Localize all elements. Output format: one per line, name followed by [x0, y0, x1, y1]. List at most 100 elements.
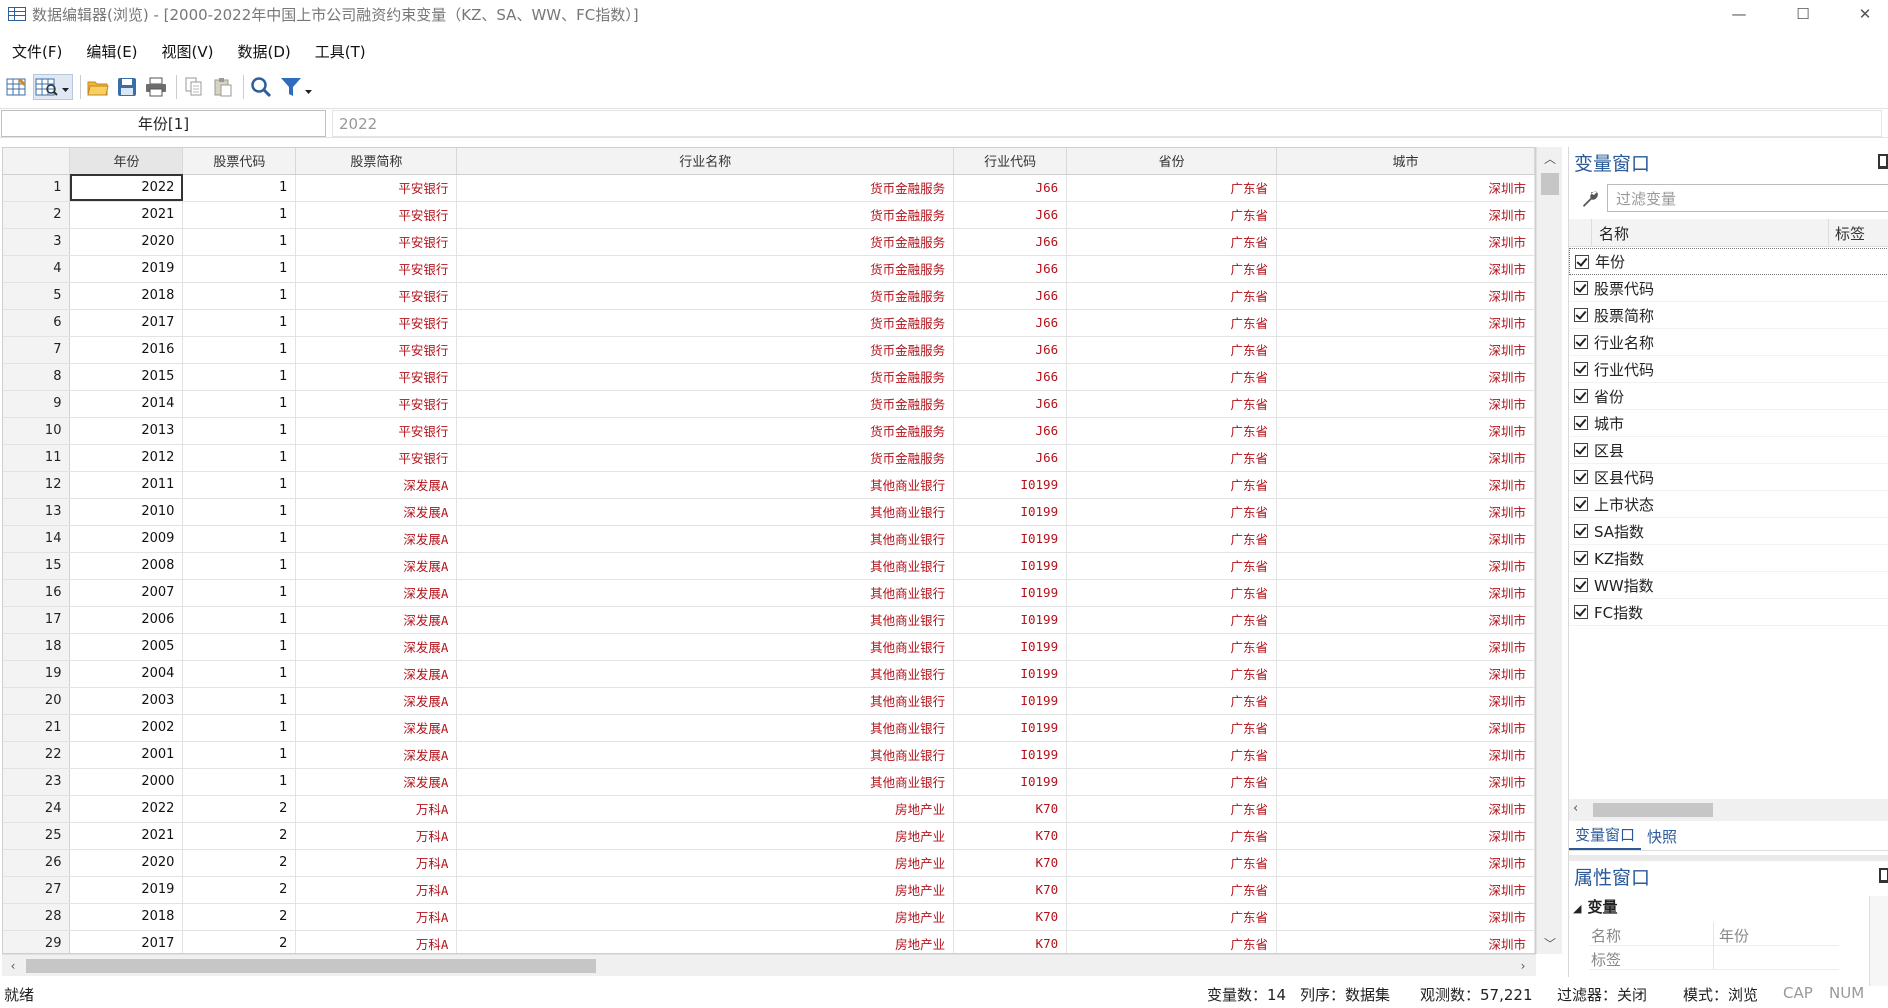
table-cell[interactable]: 深圳市 [1276, 336, 1535, 364]
table-cell[interactable]: 其他商业银行 [456, 660, 955, 688]
variable-row[interactable]: 区县代码 [1569, 464, 1888, 491]
table-cell[interactable]: 广东省 [1066, 417, 1278, 445]
table-cell[interactable]: 深发展A [295, 714, 458, 742]
row-number[interactable]: 29 [3, 930, 71, 953]
table-cell[interactable]: 房地产业 [456, 849, 955, 877]
table-cell[interactable]: 1 [182, 174, 297, 202]
table-cell[interactable]: 广东省 [1066, 849, 1278, 877]
table-cell[interactable]: J66 [953, 390, 1068, 418]
table-cell[interactable]: 房地产业 [456, 930, 955, 953]
table-cell[interactable]: 广东省 [1066, 228, 1278, 256]
filter-variables-input[interactable]: 过滤变量 [1607, 184, 1888, 212]
variable-checkbox[interactable] [1574, 605, 1588, 619]
table-cell[interactable]: 深圳市 [1276, 849, 1535, 877]
variable-row[interactable]: 区县 [1569, 437, 1888, 464]
table-cell[interactable]: K70 [953, 822, 1068, 850]
table-cell[interactable]: I0199 [953, 660, 1068, 688]
name-column-header[interactable]: 名称 [1599, 223, 1629, 244]
table-cell[interactable]: 平安银行 [295, 363, 458, 391]
table-cell[interactable]: 平安银行 [295, 309, 458, 337]
row-number[interactable]: 8 [3, 363, 71, 391]
row-number[interactable]: 26 [3, 849, 71, 877]
table-cell[interactable]: 广东省 [1066, 687, 1278, 715]
table-cell[interactable]: 2011 [69, 471, 184, 499]
table-cell[interactable]: 深圳市 [1276, 795, 1535, 823]
table-cell[interactable]: 2018 [69, 282, 184, 310]
row-number[interactable]: 9 [3, 390, 71, 418]
table-cell[interactable]: 房地产业 [456, 903, 955, 931]
table-cell[interactable]: 1 [182, 444, 297, 472]
menu-file[interactable]: 文件(F) [0, 41, 74, 62]
table-cell[interactable]: 1 [182, 606, 297, 634]
variable-checkbox[interactable] [1574, 389, 1588, 403]
table-cell[interactable]: 2 [182, 903, 297, 931]
table-cell[interactable]: 深发展A [295, 552, 458, 580]
table-cell[interactable]: 深发展A [295, 579, 458, 607]
tab-snapshots[interactable]: 快照 [1641, 826, 1683, 850]
table-cell[interactable]: 平安银行 [295, 417, 458, 445]
wrench-icon[interactable] [1579, 188, 1601, 210]
property-row[interactable]: 标签 [1589, 946, 1839, 970]
variable-checkbox[interactable] [1574, 443, 1588, 457]
table-cell[interactable]: 1 [182, 201, 297, 229]
table-cell[interactable]: 广东省 [1066, 768, 1278, 796]
row-number[interactable]: 25 [3, 822, 71, 850]
table-cell[interactable]: 深圳市 [1276, 930, 1535, 953]
table-cell[interactable]: 其他商业银行 [456, 498, 955, 526]
table-cell[interactable]: J66 [953, 201, 1068, 229]
table-cell[interactable]: 深圳市 [1276, 228, 1535, 256]
table-cell[interactable]: 深发展A [295, 660, 458, 688]
table-cell[interactable]: 深圳市 [1276, 687, 1535, 715]
variable-checkbox[interactable] [1574, 362, 1588, 376]
table-cell[interactable]: 深圳市 [1276, 309, 1535, 337]
table-cell[interactable]: 1 [182, 633, 297, 661]
table-cell[interactable]: J66 [953, 417, 1068, 445]
table-cell[interactable]: 万科A [295, 876, 458, 904]
table-cell[interactable]: 其他商业银行 [456, 579, 955, 607]
table-cell[interactable]: 1 [182, 525, 297, 553]
row-number[interactable]: 11 [3, 444, 71, 472]
table-cell[interactable]: J66 [953, 444, 1068, 472]
row-number[interactable]: 1 [3, 174, 71, 202]
table-cell[interactable]: 深圳市 [1276, 390, 1535, 418]
close-button[interactable]: ✕ [1842, 0, 1888, 28]
cell-reference-field[interactable]: 年份[1] [1, 110, 326, 137]
table-cell[interactable]: J66 [953, 174, 1068, 202]
row-number[interactable]: 24 [3, 795, 71, 823]
table-cell[interactable]: 2 [182, 930, 297, 953]
row-number[interactable]: 2 [3, 201, 71, 229]
column-header[interactable]: 省份 [1066, 148, 1278, 175]
menu-view[interactable]: 视图(V) [150, 41, 226, 62]
table-cell[interactable]: 万科A [295, 849, 458, 877]
table-cell[interactable]: 2012 [69, 444, 184, 472]
table-cell[interactable]: 其他商业银行 [456, 714, 955, 742]
table-cell[interactable]: 1 [182, 687, 297, 715]
table-cell[interactable]: 2001 [69, 741, 184, 769]
table-cell[interactable]: 广东省 [1066, 255, 1278, 283]
row-number[interactable]: 6 [3, 309, 71, 337]
variable-checkbox[interactable] [1574, 578, 1588, 592]
table-cell[interactable]: 广东省 [1066, 714, 1278, 742]
table-cell[interactable]: 广东省 [1066, 903, 1278, 931]
variable-row[interactable]: 股票代码 [1569, 275, 1888, 302]
table-cell[interactable]: 平安银行 [295, 282, 458, 310]
table-cell[interactable]: I0199 [953, 579, 1068, 607]
print-icon[interactable] [143, 74, 169, 100]
variable-row[interactable]: 行业名称 [1569, 329, 1888, 356]
table-cell[interactable]: 广东省 [1066, 552, 1278, 580]
table-cell[interactable]: 2020 [69, 228, 184, 256]
table-cell[interactable]: 2 [182, 822, 297, 850]
table-cell[interactable]: 2010 [69, 498, 184, 526]
table-cell[interactable]: I0199 [953, 498, 1068, 526]
variable-row[interactable]: FC指数 [1569, 599, 1888, 626]
properties-scrollbar[interactable] [1869, 896, 1888, 986]
table-cell[interactable]: 1 [182, 228, 297, 256]
table-cell[interactable]: 其他商业银行 [456, 525, 955, 553]
scroll-up-icon[interactable]: ︿ [1537, 147, 1563, 169]
column-header[interactable]: 股票代码 [182, 148, 297, 175]
table-cell[interactable]: 平安银行 [295, 174, 458, 202]
table-cell[interactable]: 货币金融服务 [456, 228, 955, 256]
table-cell[interactable]: 2005 [69, 633, 184, 661]
table-cell[interactable]: 2021 [69, 822, 184, 850]
row-number[interactable]: 16 [3, 579, 71, 607]
